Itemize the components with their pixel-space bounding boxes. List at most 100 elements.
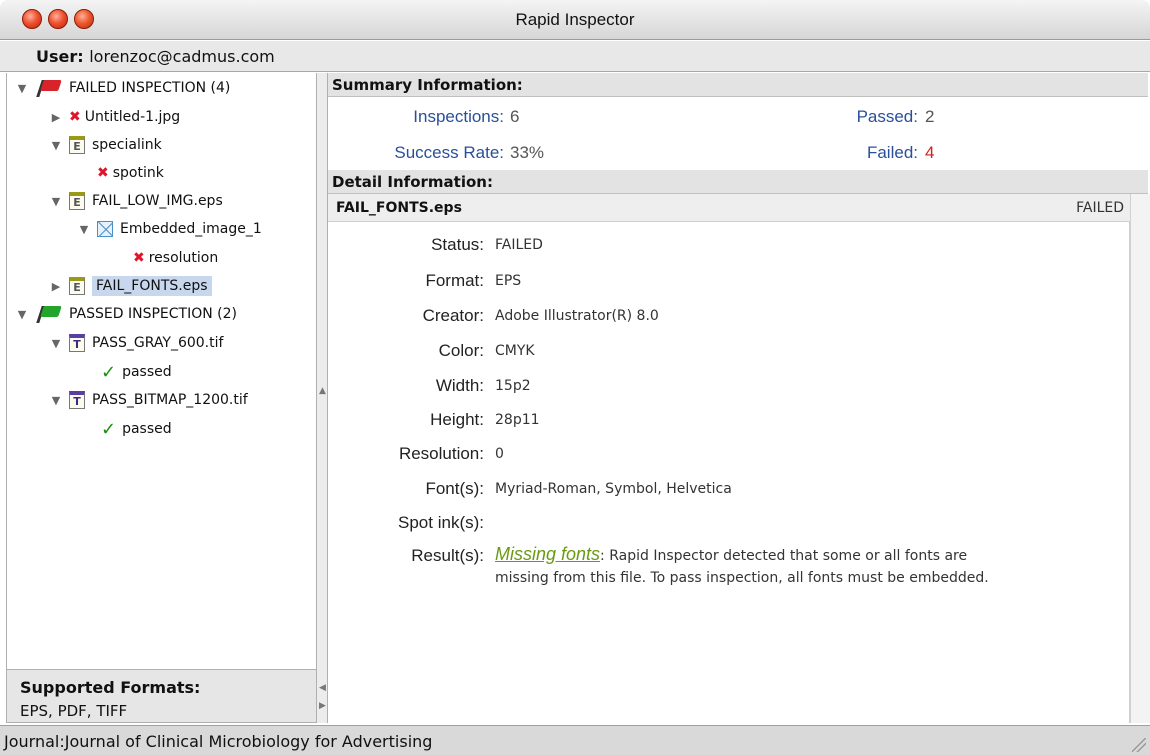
failed-value: 4 <box>925 143 935 162</box>
expand-triangle-icon[interactable]: ▼ <box>49 337 63 350</box>
fonts-label: Font(s): <box>425 479 484 498</box>
result-text-line-1: : Rapid Inspector detected that some or … <box>600 548 968 564</box>
success-rate-label: Success Rate: <box>394 143 504 162</box>
tree-group-passed-label: PASSED INSPECTION (2) <box>69 306 237 322</box>
results-label: Result(s): <box>411 546 484 565</box>
height-value: 28p11 <box>495 412 540 428</box>
failed-x-icon: ✖ <box>97 165 109 181</box>
tree-item-untitled[interactable]: ▶ ✖ Untitled-1.jpg <box>49 104 180 130</box>
tree-item-resolution[interactable]: ✖ resolution <box>133 245 218 271</box>
tree-item-spotink[interactable]: ✖ spotink <box>97 160 164 186</box>
expand-triangle-icon[interactable]: ▼ <box>15 82 29 95</box>
tree-group-passed[interactable]: ▼ PASSED INSPECTION (2) <box>15 301 237 327</box>
info-pane: Summary Information: Inspections: 6 Pass… <box>328 73 1150 723</box>
eps-file-icon: E <box>69 136 85 154</box>
detail-panel: FAIL_FONTS.eps FAILED Status: FAILED For… <box>328 194 1130 723</box>
format-label: Format: <box>425 271 484 290</box>
journal-status-text: Journal:Journal of Clinical Microbiology… <box>4 732 433 751</box>
tree-item-label: resolution <box>148 250 219 266</box>
tree-group-failed[interactable]: ▼ FAILED INSPECTION (4) <box>15 75 230 101</box>
detail-heading: Detail Information: <box>328 170 1148 194</box>
missing-fonts-link[interactable]: Missing fonts <box>495 544 600 564</box>
tree-item-label: passed <box>122 421 172 437</box>
color-label: Color: <box>438 341 484 360</box>
checkmark-icon: ✓ <box>101 361 117 383</box>
tiff-file-icon: T <box>69 391 85 409</box>
passed-value: 2 <box>925 107 935 126</box>
tree-item-label-selected: FAIL_FONTS.eps <box>92 276 212 296</box>
tree-item-label: passed <box>122 364 172 380</box>
tree-item-pass-gray[interactable]: ▼ T PASS_GRAY_600.tif <box>49 330 223 356</box>
resolution-value: 0 <box>495 446 504 462</box>
inspections-label: Inspections: <box>413 107 504 126</box>
tree-item-label: spotink <box>112 165 164 181</box>
width-label: Width: <box>435 376 484 395</box>
tree-item-passed[interactable]: ✓ passed <box>101 416 172 442</box>
detail-file-header: FAIL_FONTS.eps FAILED <box>328 194 1130 222</box>
status-value: FAILED <box>495 237 543 253</box>
window-title: Rapid Inspector <box>515 10 635 29</box>
tree-item-embedded-image[interactable]: ▼ Embedded_image_1 <box>77 216 262 242</box>
supported-formats-panel: Supported Formats: EPS, PDF, TIFF <box>6 669 317 723</box>
collapse-triangle-icon[interactable]: ▶ <box>49 280 63 293</box>
supported-formats-list: EPS, PDF, TIFF <box>20 702 128 720</box>
supported-formats-heading: Supported Formats: <box>20 678 201 697</box>
user-bar: User: lorenzoc@cadmus.com <box>0 41 1150 72</box>
tree-item-specialink[interactable]: ▼ E specialink <box>49 132 162 158</box>
tree-item-passed[interactable]: ✓ passed <box>101 359 172 385</box>
tree-item-pass-bitmap[interactable]: ▼ T PASS_BITMAP_1200.tif <box>49 387 248 413</box>
checkmark-icon: ✓ <box>101 418 117 440</box>
tree-item-label: Embedded_image_1 <box>120 221 262 237</box>
height-label: Height: <box>430 410 484 429</box>
expand-triangle-icon[interactable]: ▼ <box>15 308 29 321</box>
tiff-file-icon: T <box>69 334 85 352</box>
summary-heading: Summary Information: <box>328 73 1148 97</box>
format-value: EPS <box>495 273 522 289</box>
resize-grip-icon[interactable] <box>1132 738 1146 752</box>
tree-item-fail-fonts[interactable]: ▶ E FAIL_FONTS.eps <box>49 273 212 299</box>
resolution-label: Resolution: <box>398 444 484 463</box>
green-flag-icon <box>35 305 63 323</box>
color-value: CMYK <box>495 343 535 359</box>
red-flag-icon <box>35 79 63 97</box>
expand-triangle-icon[interactable]: ▼ <box>49 195 63 208</box>
expand-triangle-icon[interactable]: ▼ <box>49 394 63 407</box>
tree-item-label: FAIL_LOW_IMG.eps <box>92 193 223 209</box>
failed-x-icon: ✖ <box>133 250 145 266</box>
width-value: 15p2 <box>495 378 531 394</box>
user-email: lorenzoc@cadmus.com <box>89 47 275 66</box>
inspections-value: 6 <box>510 107 520 126</box>
eps-file-icon: E <box>69 192 85 210</box>
passed-label: Passed: <box>856 107 918 126</box>
failed-x-icon: ✖ <box>69 109 81 125</box>
split-collapse-right-icon[interactable]: ▶ <box>319 701 326 711</box>
creator-label: Creator: <box>422 306 484 325</box>
split-collapse-left-icon[interactable]: ◀ <box>319 683 326 693</box>
user-info: User: lorenzoc@cadmus.com <box>36 47 275 66</box>
tree-item-label: specialink <box>92 137 162 153</box>
spot-ink-label: Spot ink(s): <box>398 513 484 532</box>
tree-item-fail-low-img[interactable]: ▼ E FAIL_LOW_IMG.eps <box>49 188 223 214</box>
tree-item-label: Untitled-1.jpg <box>84 109 181 125</box>
success-rate-value: 33% <box>510 143 545 162</box>
detail-vertical-scrollbar[interactable] <box>1130 194 1150 723</box>
detail-file-status: FAILED <box>1076 200 1124 216</box>
window-titlebar: Rapid Inspector <box>0 0 1150 40</box>
detail-file-name: FAIL_FONTS.eps <box>336 200 462 216</box>
tree-item-label: PASS_GRAY_600.tif <box>92 335 224 351</box>
result-text-line-2: missing from this file. To pass inspecti… <box>495 570 989 586</box>
expand-triangle-icon[interactable]: ▼ <box>49 139 63 152</box>
status-bar: Journal:Journal of Clinical Microbiology… <box>0 725 1150 755</box>
collapse-triangle-icon[interactable]: ▶ <box>49 111 63 124</box>
expand-triangle-icon[interactable]: ▼ <box>77 223 91 236</box>
image-icon <box>97 221 113 237</box>
pane-splitter[interactable]: ▲ ◀ ▶ <box>317 73 328 723</box>
user-label: User: <box>36 47 84 66</box>
status-label: Status: <box>431 235 484 254</box>
eps-file-icon: E <box>69 277 85 295</box>
tree-item-label: PASS_BITMAP_1200.tif <box>92 392 248 408</box>
failed-label: Failed: <box>866 143 918 162</box>
fonts-value: Myriad-Roman, Symbol, Helvetica <box>495 481 732 497</box>
inspection-tree: ▼ FAILED INSPECTION (4) ▶ ✖ Untitled-1.j… <box>6 73 317 669</box>
split-collapse-up-icon[interactable]: ▲ <box>319 386 326 396</box>
